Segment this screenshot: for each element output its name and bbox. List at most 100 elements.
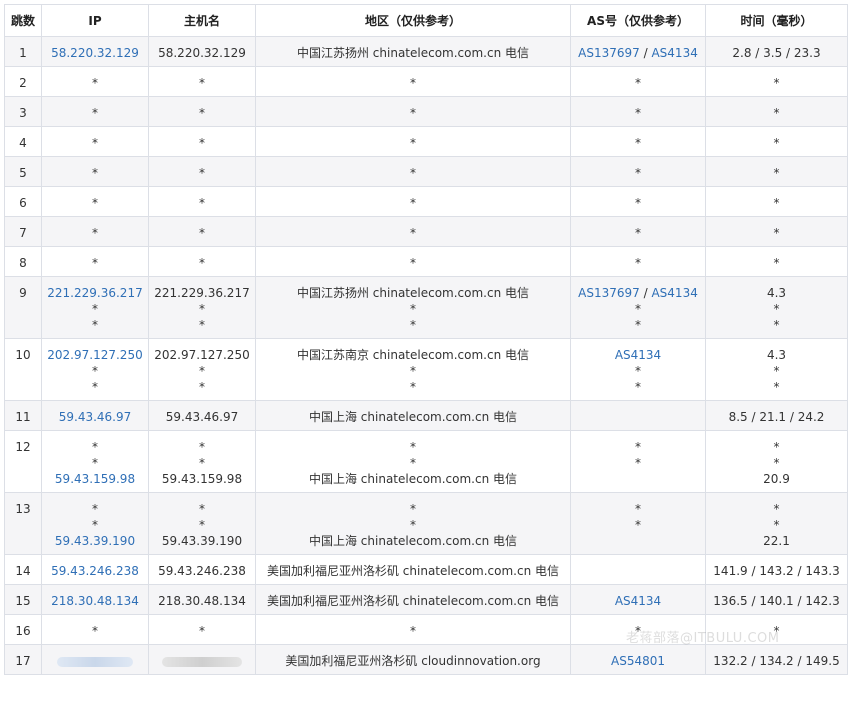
region-text: *: [410, 136, 416, 150]
region-text: *: [410, 76, 416, 90]
region-cell: *: [255, 186, 571, 217]
ip-cell: * * 59.43.159.98: [41, 430, 149, 493]
as-cell: AS137697 / AS4134: [570, 36, 706, 67]
as-cell: * *: [570, 492, 706, 555]
ip-link[interactable]: 218.30.48.134: [42, 593, 148, 609]
as-line: [571, 533, 705, 549]
time-value: 4.3: [766, 348, 787, 362]
time-value: 8.5 / 21.1 / 24.2: [728, 410, 825, 424]
hop-number: 13: [15, 502, 31, 516]
as-placeholder: *: [635, 76, 641, 90]
time-value: 22.1: [763, 534, 790, 548]
header-as: AS号（仅供参考）: [570, 4, 706, 37]
host-cell: 221.229.36.217 * *: [148, 276, 256, 339]
hop-cell: 16: [4, 614, 42, 645]
as-link[interactable]: AS137697: [578, 46, 640, 60]
ip-link[interactable]: 202.97.127.250: [42, 347, 148, 363]
as-line: *: [571, 195, 705, 211]
hop-number: 17: [15, 654, 31, 668]
ip-link[interactable]: 59.43.46.97: [42, 409, 148, 425]
time-cell: *: [705, 126, 848, 157]
ip-link: *: [92, 380, 98, 394]
ip-redacted: [42, 653, 148, 669]
region-text: *: [410, 518, 416, 532]
hostname: *: [199, 318, 205, 332]
hop-cell: 13: [4, 492, 42, 555]
host-cell: *: [148, 66, 256, 97]
time-value: *: [773, 318, 780, 332]
ip-link[interactable]: 59.43.159.98: [42, 471, 148, 487]
region-text: *: [410, 440, 416, 454]
region-text: 中国上海 chinatelecom.com.cn 电信: [308, 472, 518, 486]
as-placeholder: *: [635, 136, 641, 150]
ip-cell: 218.30.48.134: [41, 584, 149, 615]
time-value: *: [773, 364, 780, 378]
ip-cell: 58.220.32.129: [41, 36, 149, 67]
ip-cell: 202.97.127.250 * *: [41, 338, 149, 401]
time-cell: 2.8 / 3.5 / 23.3: [705, 36, 848, 67]
hop-cell: 14: [4, 554, 42, 585]
as-link[interactable]: AS4134: [651, 286, 697, 300]
host-cell: *: [148, 216, 256, 247]
region-cell: *: [255, 66, 571, 97]
ip-link[interactable]: 59.43.39.190: [42, 533, 148, 549]
as-link[interactable]: AS54801: [611, 654, 665, 668]
region-text: *: [410, 456, 416, 470]
time-value: *: [773, 166, 780, 180]
hop-cell: 11: [4, 400, 42, 431]
ip-link[interactable]: 221.229.36.217: [42, 285, 148, 301]
region-cell: 中国上海 chinatelecom.com.cn 电信: [255, 400, 571, 431]
ip-link: *: [92, 364, 98, 378]
header-ip: IP: [41, 4, 149, 37]
as-placeholder: *: [635, 502, 641, 516]
host-cell: *: [148, 246, 256, 277]
as-placeholder: *: [635, 456, 641, 470]
host-cell: 58.220.32.129: [148, 36, 256, 67]
as-link[interactable]: AS137697: [578, 286, 640, 300]
as-line: *: [571, 517, 705, 533]
time-value: *: [773, 380, 780, 394]
time-value: 132.2 / 134.2 / 149.5: [713, 654, 840, 668]
hop-cell: 8: [4, 246, 42, 277]
region-cell: *: [255, 126, 571, 157]
ip-cell: *: [41, 614, 149, 645]
header-time: 时间（毫秒）: [705, 4, 848, 37]
time-value: 141.9 / 143.2 / 143.3: [713, 564, 840, 578]
ip-cell: *: [41, 216, 149, 247]
region-cell: *: [255, 614, 571, 645]
host-cell: *: [148, 96, 256, 127]
time-value: *: [773, 226, 780, 240]
ip-link[interactable]: 58.220.32.129: [42, 45, 148, 61]
table-row: 10 202.97.127.250 * * 202.97.127.250 * * 中国江苏南京…: [4, 338, 848, 401]
as-placeholder: *: [635, 380, 641, 394]
time-value: *: [773, 302, 780, 316]
time-value: *: [773, 456, 780, 470]
hop-number: 8: [19, 256, 27, 270]
as-cell: *: [570, 96, 706, 127]
table-row: 2 * * * * *: [4, 66, 848, 97]
as-link[interactable]: AS4134: [615, 594, 661, 608]
time-cell: 4.3 * *: [705, 276, 848, 339]
ip-link: *: [92, 226, 98, 240]
as-line: AS137697 / AS4134: [571, 285, 705, 301]
as-line: [571, 563, 705, 579]
table-row: 14 59.43.246.238 59.43.246.238 美国加利福尼亚州洛杉矶 …: [4, 554, 848, 585]
region-text: 中国上海 chinatelecom.com.cn 电信: [308, 534, 518, 548]
ip-link[interactable]: 59.43.246.238: [42, 563, 148, 579]
region-cell: *: [255, 216, 571, 247]
as-line: *: [571, 225, 705, 241]
as-cell: AS4134 * *: [570, 338, 706, 401]
ip-link: *: [92, 624, 98, 638]
region-cell: 美国加利福尼亚州洛杉矶 chinatelecom.com.cn 电信: [255, 554, 571, 585]
hostname: 59.43.46.97: [165, 410, 239, 424]
time-value: 136.5 / 140.1 / 142.3: [713, 594, 840, 608]
time-value: 4.3: [766, 286, 787, 300]
table-row: 13 * * 59.43.39.190 * * 59.43.39.190 * * 中国上海 chi…: [4, 492, 848, 555]
as-cell: *: [570, 156, 706, 187]
as-line: *: [571, 363, 705, 379]
as-line: *: [571, 317, 705, 333]
time-cell: 136.5 / 140.1 / 142.3: [705, 584, 848, 615]
as-link[interactable]: AS4134: [615, 348, 661, 362]
as-line: *: [571, 105, 705, 121]
as-link[interactable]: AS4134: [651, 46, 697, 60]
